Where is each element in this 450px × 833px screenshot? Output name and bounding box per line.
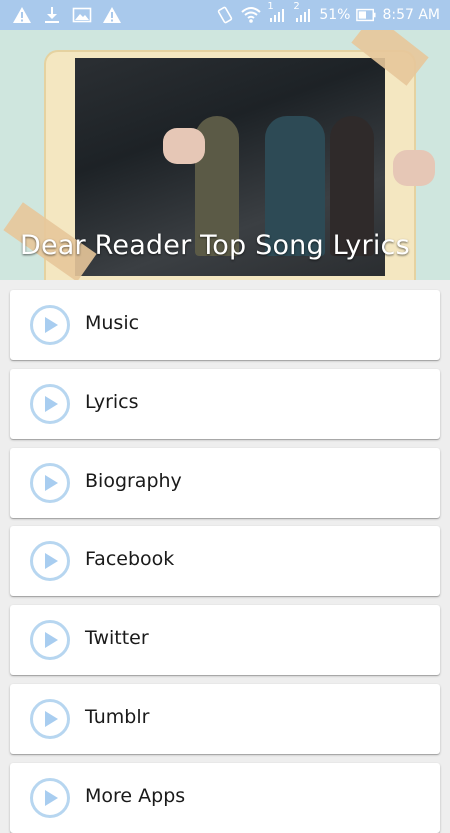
menu-item-facebook[interactable]: Facebook [10, 526, 440, 596]
clock: 8:57 AM [382, 7, 440, 23]
play-icon [30, 541, 70, 581]
menu-item-biography[interactable]: Biography [10, 448, 440, 518]
hand [393, 150, 435, 186]
signal-sim1-icon: 1 [267, 1, 287, 25]
app-title: Dear Reader Top Song Lyrics [20, 230, 410, 261]
menu-item-twitter[interactable]: Twitter [10, 605, 440, 675]
menu-item-tumblr[interactable]: Tumblr [10, 684, 440, 754]
menu-item-label: Facebook [85, 548, 175, 570]
warning-icon [12, 5, 32, 25]
menu-item-label: Biography [85, 470, 182, 492]
signal-sim2-icon: 2 [293, 1, 313, 25]
sim1-number: 1 [267, 1, 274, 12]
menu-item-label: Lyrics [85, 391, 139, 413]
battery-percent: 51% [319, 7, 351, 23]
play-icon [30, 620, 70, 660]
play-icon [30, 384, 70, 424]
menu-item-label: More Apps [85, 785, 186, 807]
warning-icon [102, 5, 122, 25]
play-icon [30, 305, 70, 345]
sim2-number: 2 [293, 1, 300, 12]
menu-item-more-apps[interactable]: More Apps [10, 763, 440, 833]
play-icon [30, 463, 70, 503]
menu-item-label: Music [85, 312, 140, 334]
menu-item-music[interactable]: Music [10, 290, 440, 360]
download-icon [42, 5, 62, 25]
header-banner: Dear Reader Top Song Lyrics [0, 30, 450, 280]
menu-item-label: Tumblr [85, 706, 150, 728]
hand [163, 128, 205, 164]
play-icon [30, 699, 70, 739]
wifi-icon [241, 5, 261, 25]
play-icon [30, 778, 70, 818]
status-bar: 1 2 51% 8:57 AM [0, 0, 450, 30]
vibrate-icon [215, 5, 235, 25]
image-icon [72, 5, 92, 25]
menu-item-label: Twitter [85, 627, 149, 649]
battery-icon [356, 5, 376, 25]
menu-item-lyrics[interactable]: Lyrics [10, 369, 440, 439]
